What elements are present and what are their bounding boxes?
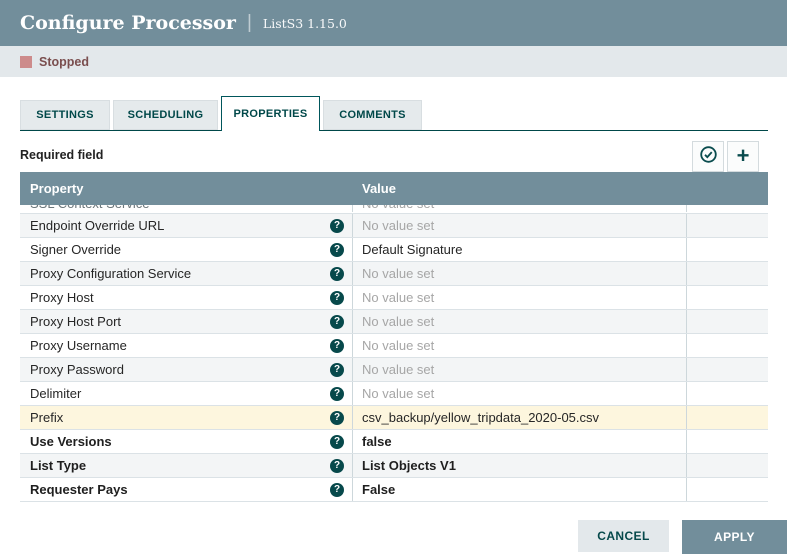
- tab-properties[interactable]: PROPERTIES: [221, 96, 320, 131]
- help-icon[interactable]: ?: [330, 387, 344, 401]
- value-cell[interactable]: No value set: [353, 262, 687, 285]
- property-cell: Proxy Host Port ?: [20, 310, 353, 333]
- value-cell[interactable]: Default Signature: [353, 238, 687, 261]
- property-cell: Endpoint Override URL ?: [20, 214, 353, 237]
- extra-cell: [687, 430, 768, 453]
- value-cell[interactable]: No value set: [353, 286, 687, 309]
- value-cell[interactable]: No value set: [353, 205, 687, 212]
- processor-name-version: ListS3 1.15.0: [263, 16, 347, 31]
- table-header: Property Value: [20, 172, 768, 205]
- value-cell[interactable]: False: [353, 478, 687, 501]
- table-row: Proxy Host Port ? No value set: [20, 310, 768, 334]
- property-cell: Requester Pays ?: [20, 478, 353, 501]
- cancel-button[interactable]: CANCEL: [578, 520, 669, 552]
- property-cell: Signer Override ?: [20, 238, 353, 261]
- help-icon[interactable]: ?: [330, 411, 344, 425]
- table-row: Signer Override ? Default Signature: [20, 238, 768, 262]
- extra-cell: [687, 454, 768, 477]
- value-cell[interactable]: No value set: [353, 334, 687, 357]
- help-icon[interactable]: ?: [330, 363, 344, 377]
- value-cell[interactable]: false: [353, 430, 687, 453]
- dialog-title: Configure Processor: [20, 12, 236, 34]
- help-icon[interactable]: ?: [330, 459, 344, 473]
- extra-cell: [687, 238, 768, 261]
- help-icon[interactable]: ?: [330, 435, 344, 449]
- value-cell[interactable]: List Objects V1: [353, 454, 687, 477]
- tab-scheduling[interactable]: SCHEDULING: [113, 100, 218, 130]
- column-header-property: Property: [20, 181, 83, 196]
- property-cell: Proxy Host ?: [20, 286, 353, 309]
- property-cell: Proxy Configuration Service ?: [20, 262, 353, 285]
- stopped-status-icon: [20, 56, 32, 68]
- table-row: List Type ? List Objects V1: [20, 454, 768, 478]
- value-cell[interactable]: csv_backup/yellow_tripdata_2020-05.csv: [353, 406, 687, 429]
- title-separator: |: [247, 12, 252, 34]
- table-row: Use Versions ? false: [20, 430, 768, 454]
- dialog-header: Configure Processor | ListS3 1.15.0: [0, 0, 787, 46]
- property-cell: SSL Context Service: [20, 205, 353, 212]
- extra-cell: [687, 286, 768, 309]
- apply-button[interactable]: APPLY: [682, 520, 787, 554]
- extra-cell: [687, 310, 768, 333]
- tab-underline: [20, 130, 768, 131]
- table-row: Proxy Host ? No value set: [20, 286, 768, 310]
- help-icon[interactable]: ?: [330, 291, 344, 305]
- property-cell: Delimiter ?: [20, 382, 353, 405]
- verify-properties-button[interactable]: [692, 141, 724, 172]
- value-cell[interactable]: No value set: [353, 214, 687, 237]
- help-icon[interactable]: ?: [330, 339, 344, 353]
- status-bar: Stopped: [0, 46, 787, 77]
- tab-comments[interactable]: COMMENTS: [323, 100, 422, 130]
- property-cell: Proxy Password ?: [20, 358, 353, 381]
- table-row: Delimiter ? No value set: [20, 382, 768, 406]
- extra-cell: [687, 478, 768, 501]
- properties-table: Property Value SSL Context Service No va…: [20, 172, 768, 502]
- table-row: Proxy Password ? No value set: [20, 358, 768, 382]
- tab-settings[interactable]: SETTINGS: [20, 100, 110, 130]
- table-row: Proxy Username ? No value set: [20, 334, 768, 358]
- table-row: Proxy Configuration Service ? No value s…: [20, 262, 768, 286]
- value-cell[interactable]: No value set: [353, 310, 687, 333]
- help-icon[interactable]: ?: [330, 219, 344, 233]
- table-row: Requester Pays ? False: [20, 478, 768, 502]
- extra-cell: [687, 334, 768, 357]
- table-row-prefix: Prefix ? csv_backup/yellow_tripdata_2020…: [20, 406, 768, 430]
- plus-icon: +: [737, 145, 750, 167]
- extra-cell: [687, 214, 768, 237]
- table-row-partial: SSL Context Service No value set: [20, 205, 768, 214]
- property-cell: List Type ?: [20, 454, 353, 477]
- extra-cell: [687, 262, 768, 285]
- value-cell[interactable]: No value set: [353, 382, 687, 405]
- extra-cell: [687, 406, 768, 429]
- value-cell[interactable]: No value set: [353, 358, 687, 381]
- check-circle-icon: [699, 145, 718, 169]
- status-label: Stopped: [39, 55, 89, 69]
- property-cell: Prefix ?: [20, 406, 353, 429]
- extra-cell: [687, 358, 768, 381]
- help-icon[interactable]: ?: [330, 267, 344, 281]
- tab-bar: SETTINGS SCHEDULING PROPERTIES COMMENTS: [20, 100, 422, 130]
- add-property-button[interactable]: +: [727, 141, 759, 172]
- help-icon[interactable]: ?: [330, 483, 344, 497]
- configure-processor-dialog: Configure Processor | ListS3 1.15.0 Stop…: [0, 0, 787, 554]
- table-row: Endpoint Override URL ? No value set: [20, 214, 768, 238]
- extra-cell: [687, 382, 768, 405]
- column-header-value: Value: [362, 181, 396, 196]
- help-icon[interactable]: ?: [330, 243, 344, 257]
- property-cell: Use Versions ?: [20, 430, 353, 453]
- required-field-label: Required field: [20, 148, 103, 162]
- help-icon[interactable]: ?: [330, 315, 344, 329]
- property-cell: Proxy Username ?: [20, 334, 353, 357]
